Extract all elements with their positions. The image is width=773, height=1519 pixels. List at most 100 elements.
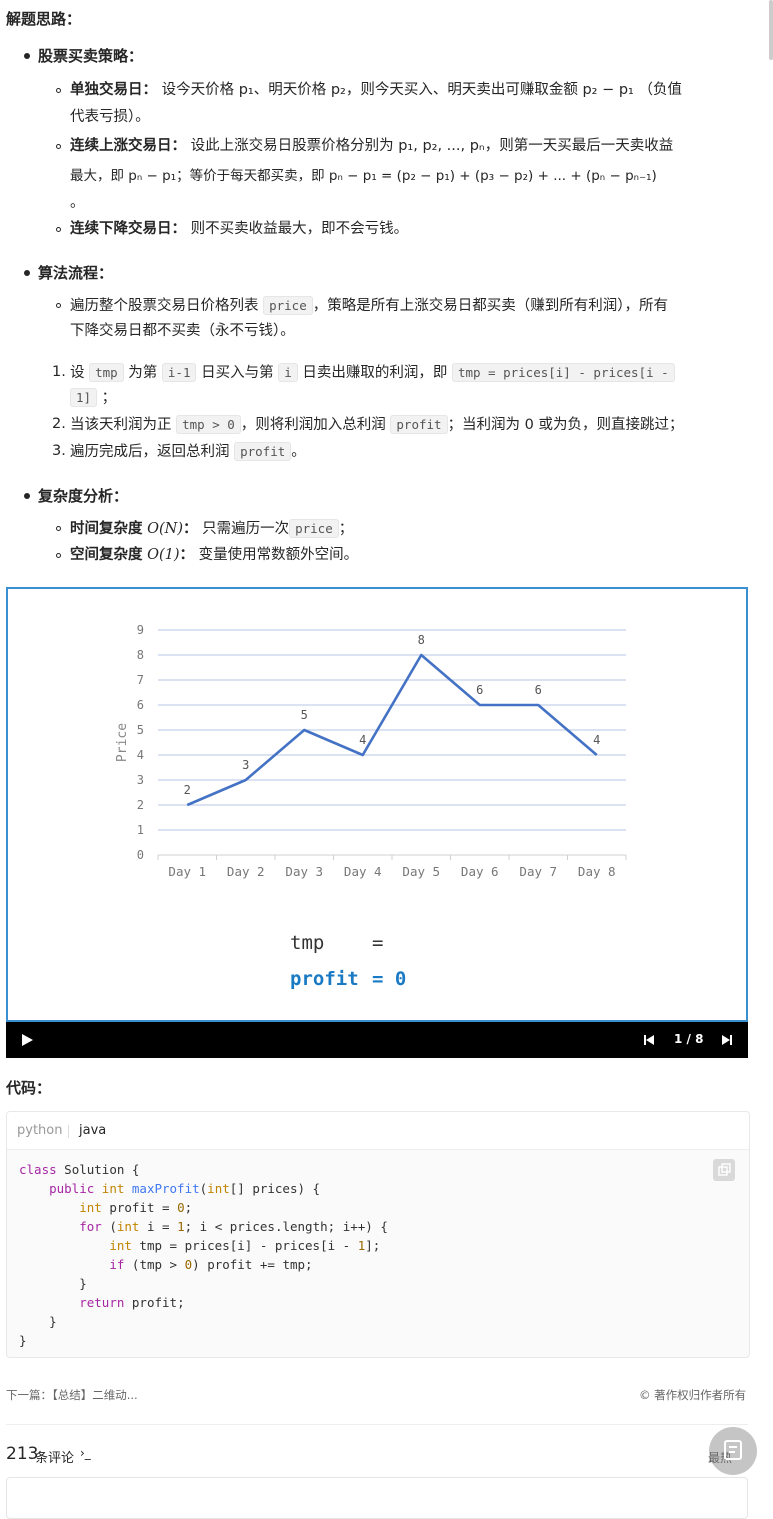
chevron-right-icon[interactable]: ›_ [80,1446,91,1460]
text: 日卖出赚取的利润，即 [302,365,448,381]
x-tick-label: Day 4 [344,864,382,879]
x-tick-label: Day 1 [168,864,206,879]
space-complexity: 空间复杂度 O(1)： 变量使用常数额外空间。 [70,542,358,569]
colon: ： [179,547,195,563]
colon: ： [183,521,198,537]
x-tick-label: Day 5 [402,864,440,879]
inline-code: price [263,296,313,315]
code-line: } [19,1333,27,1348]
comment-input[interactable] [6,1477,748,1519]
section-title: 解题思路： [6,10,82,28]
data-label: 8 [418,633,425,647]
text: ，策略是所有上涨交易日都买卖（赚到所有利润），所有 [312,298,668,314]
feedback-float-button[interactable] [709,1427,757,1475]
math: O(1) [147,547,180,563]
code-line: return profit; [79,1295,185,1310]
scrollbar-thumb[interactable] [769,0,773,60]
step-3: 遍历完成后，返回总利润 profit。 [70,438,306,466]
strategy-heading: 股票买卖策略： [38,47,144,65]
inline-code: tmp > 0 [176,415,241,434]
slide-counter: 1 / 8 [674,1032,704,1046]
text: 为第 [128,365,158,381]
item-text: 设今天价格 p₁、明天价格 p₂，则今天买入、明天卖出可赚取金额 p₂ − p₁… [161,82,682,98]
code-line: } [19,1314,57,1329]
tab-java[interactable]: java [79,1123,106,1138]
strategy-item-1-cont: 代表亏损）。 [70,109,150,125]
code-block: python java class Solution { public int … [6,1111,750,1358]
profit-label: profit [290,968,359,990]
label: 空间复杂度 [70,547,143,563]
divider [6,1424,748,1425]
item-label: 连续上涨交易日： [70,138,186,154]
code-line: int tmp = prices[i] - prices[i - 1]; [109,1238,381,1253]
profit-value: = 0 [372,968,406,990]
complexity-heading: 复杂度分析： [38,487,129,505]
y-tick-label: 9 [137,623,144,637]
x-tick-label: Day 6 [461,864,499,879]
step-1-cont: 1] ； [70,384,116,412]
strategy-item-2: 连续上涨交易日： 设此上涨交易日股票价格分别为 p₁, p₂, ..., pₙ，… [70,133,673,160]
player-controls: 1 / 8 [6,1022,748,1058]
text: ；当利润为 0 或为负，则直接跳过； [447,417,684,433]
item-text: 设此上涨交易日股票价格分别为 p₁, p₂, ..., pₙ，则第一天买最后一天… [190,138,674,154]
bullet [24,270,30,276]
strategy-item-2-end: 。 [70,195,85,211]
inline-code: price [289,519,339,538]
step-number: 3. [52,443,66,459]
inline-code: tmp [89,363,124,382]
tab-python[interactable]: python [17,1123,62,1138]
previous-icon[interactable] [642,1033,656,1047]
step-number: 1. [52,364,66,380]
y-tick-label: 0 [137,848,144,862]
text: 日买入与第 [201,365,274,381]
inline-code: tmp = prices[i] - prices[i - [451,363,675,382]
text: 变量使用常数额外空间。 [198,547,359,563]
y-tick-label: 5 [137,723,144,737]
text: 。 [291,444,306,460]
x-tick-label: Day 3 [285,864,323,879]
y-tick-label: 6 [137,698,144,712]
tab-divider [68,1125,69,1138]
step-1: 设 tmp 为第 i-1 日买入与第 i 日卖出赚取的利润，即 tmp = pr… [70,359,675,387]
text: 设 [70,365,85,381]
data-label: 3 [242,758,249,772]
inline-code: i [278,363,298,382]
sub-bullet [56,303,61,308]
code-line: for (int i = 1; i < prices.length; i++) … [79,1219,388,1234]
code-title: 代码： [6,1079,52,1097]
code-line: if (tmp > 0) profit += tmp; [109,1257,313,1272]
code-line: int profit = 0; [79,1200,193,1215]
code-line: public int maxProfit(int[] prices) { [49,1181,321,1196]
copy-button[interactable] [713,1159,735,1181]
sub-bullet [56,88,61,93]
step-2: 当该天利润为正 tmp > 0 ，则将利润加入总利润 profit ；当利润为 0 … [70,411,684,439]
text: ，则将利润加入总利润 [240,417,386,433]
tmp-label: tmp [290,932,324,954]
next-icon[interactable] [720,1033,734,1047]
text: ； [338,521,354,537]
x-tick-label: Day 7 [519,864,557,879]
feedback-icon [724,1440,742,1460]
text: 遍历整个股票交易日价格列表 [70,298,259,314]
step-number: 2. [52,416,66,432]
y-tick-label: 4 [137,748,144,762]
x-tick-label: Day 8 [578,864,616,879]
strategy-item-3: 连续下降交易日： 则不买卖收益最大，即不会亏钱。 [70,216,408,243]
algorithm-desc: 遍历整个股票交易日价格列表 price ，策略是所有上涨交易日都买卖（赚到所有利润… [70,292,668,320]
price-line-chart: 0 1 2 3 4 5 6 7 8 9 Day 1 Day 2 Day 3 Day 4 Day 5 Day 6… [115,623,627,990]
algorithm-heading: 算法流程： [38,264,114,282]
next-article-link[interactable]: 下一篇：【总结】二维动... [6,1387,138,1403]
inline-code: profit [390,415,448,434]
y-tick-label: 1 [137,823,144,837]
label: 时间复杂度 [70,521,143,537]
comment-count: 213 [6,1444,39,1464]
code-line: } [19,1276,87,1291]
data-label: 6 [476,683,483,697]
play-icon[interactable] [20,1033,34,1047]
inline-code: profit [234,442,292,461]
text: 只需遍历一次 [202,521,290,537]
text: ； [101,390,117,406]
item-text: 则不买卖收益最大，即不会亏钱。 [190,221,409,237]
code-content: class Solution { public int maxProfit(in… [19,1160,388,1350]
y-tick-label: 3 [137,773,144,787]
